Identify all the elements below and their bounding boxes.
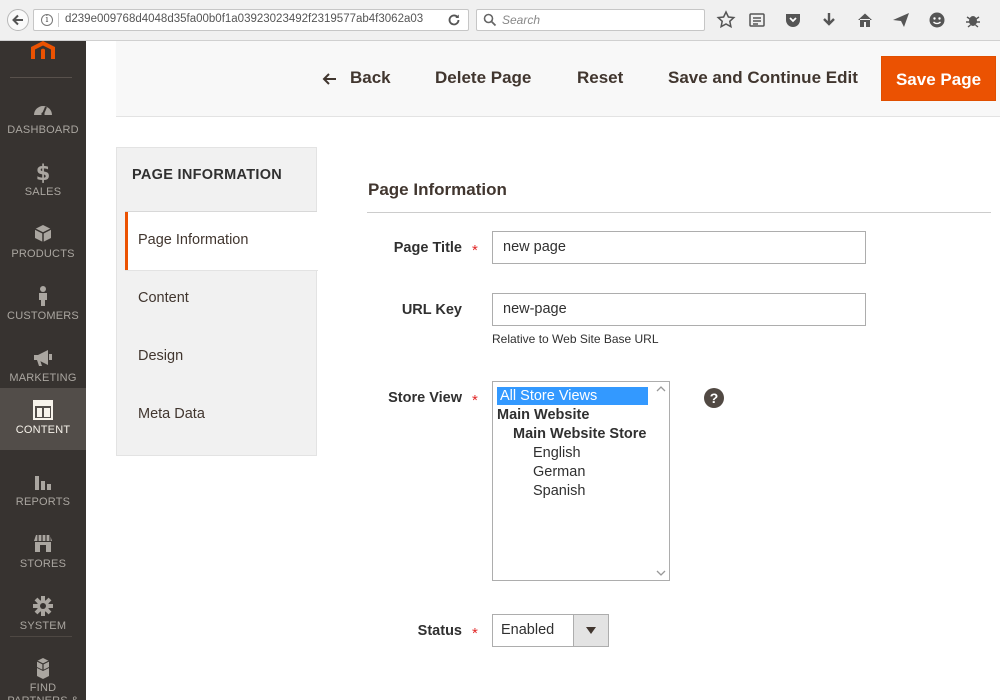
nav-item-content[interactable]: CONTENT [0,388,86,450]
tabs-title: PAGE INFORMATION [132,167,283,183]
status-select[interactable]: Enabled [492,614,609,647]
pocket-icon[interactable] [783,10,803,30]
url-key-input[interactable]: new-page [492,293,866,326]
dollar-icon: $ [36,161,51,184]
browser-back-button[interactable] [7,9,29,31]
nav-item-sales[interactable]: $ SALES [0,150,86,212]
download-icon[interactable] [819,10,839,30]
nav-label-reports: REPORTS [15,496,71,508]
option-main-website-store: Main Website Store [513,426,647,442]
tab-page-information[interactable]: Page Information [125,212,318,270]
extension-bug-icon[interactable] [963,10,983,30]
scroll-down-icon[interactable] [656,570,666,576]
save-page-button[interactable]: Save Page [881,56,996,101]
nav-label-products: PRODUCTS [11,248,75,260]
select-arrow-button[interactable] [573,615,608,646]
cube-icon [34,225,52,242]
tab-label: Content [138,290,189,306]
nav-item-customers[interactable]: CUSTOMERS [0,274,86,336]
store-view-multiselect[interactable]: All Store Views Main Website Main Websit… [492,381,670,581]
search-placeholder: Search [502,13,541,27]
back-button[interactable]: Back [350,68,391,88]
url-separator [58,13,59,27]
section-divider [367,212,991,213]
nav-label-marketing: MARKETING [9,372,77,384]
bookmark-star-icon[interactable] [716,10,736,30]
storefront-icon [34,535,52,552]
delete-page-button[interactable]: Delete Page [435,68,531,88]
nav-divider [10,636,72,637]
chevron-down-icon [586,627,596,634]
status-label: Status [417,623,462,639]
nav-item-dashboard[interactable]: DASHBOARD [0,88,86,150]
tab-label: Meta Data [138,406,205,422]
browser-toolbar: i d239e009768d4048d35fa00b0f1a0392302349… [0,0,1000,41]
status-value: Enabled [501,622,555,638]
page-actions-bar: Back Delete Page Reset Save and Continue… [116,41,1000,117]
reading-list-icon[interactable] [747,10,767,30]
magento-logo-icon[interactable] [27,41,59,59]
tab-meta-data[interactable]: Meta Data [125,386,318,444]
gear-icon [33,596,53,616]
home-icon[interactable] [855,10,875,30]
nav-item-find-partners[interactable]: FIND PARTNERS & [0,646,86,700]
logo-divider [10,77,72,78]
scroll-up-icon[interactable] [656,386,666,392]
required-marker: * [472,392,478,409]
option-all-store-views[interactable]: All Store Views [497,387,648,405]
address-bar[interactable]: i d239e009768d4048d35fa00b0f1a0392302349… [33,9,469,31]
send-icon[interactable] [891,10,911,30]
option-english[interactable]: English [533,444,581,462]
tab-design[interactable]: Design [125,328,318,386]
option-spanish[interactable]: Spanish [533,482,585,500]
page-title-input[interactable]: new page [492,231,866,264]
admin-sidebar: DASHBOARD $ SALES PRODUCTS CUSTOMERS MAR… [0,41,86,700]
url-text[interactable]: d239e009768d4048d35fa00b0f1a03923023492f… [65,13,437,25]
nav-item-stores[interactable]: STORES [0,522,86,584]
required-marker: * [472,625,478,642]
back-arrow-icon [12,14,23,26]
back-arrow-icon[interactable] [321,71,337,87]
tab-label: Page Information [138,232,249,248]
help-icon[interactable]: ? [704,388,724,408]
nav-label-dashboard: DASHBOARD [7,124,79,136]
bar-chart-icon [35,476,51,490]
save-and-continue-button[interactable]: Save and Continue Edit [668,68,858,88]
page-tabs-panel: PAGE INFORMATION Page Information Conten… [116,147,318,456]
tab-content[interactable]: Content [125,270,318,328]
nav-label-stores: STORES [19,558,67,570]
person-icon [39,286,47,306]
option-german[interactable]: German [533,463,585,481]
tab-label: Design [138,348,184,364]
url-key-label: URL Key [401,302,462,318]
nav-item-products[interactable]: PRODUCTS [0,212,86,274]
nav-label-find-partners: FIND PARTNERS & [7,682,78,700]
nav-label-system: SYSTEM [19,620,67,632]
nav-item-reports[interactable]: REPORTS [0,460,86,522]
info-icon[interactable]: i [41,14,53,26]
reload-icon[interactable] [446,12,462,28]
browser-search-input[interactable]: Search [476,9,705,31]
megaphone-icon [34,350,52,366]
nav-label-sales: SALES [24,186,62,198]
required-marker: * [472,242,478,259]
reset-button[interactable]: Reset [577,68,623,88]
page-title-label: Page Title [393,240,462,256]
nav-label-customers: CUSTOMERS [7,310,79,322]
url-key-note: Relative to Web Site Base URL [492,332,659,346]
emoji-icon[interactable] [927,10,947,30]
svg-text:$: $ [36,161,51,184]
store-view-label: Store View [388,390,462,406]
nav-label-content: CONTENT [15,424,71,436]
search-icon [483,13,497,27]
option-main-website: Main Website [497,407,590,423]
dashboard-icon [34,106,52,116]
section-title: Page Information [368,180,507,199]
boxes-icon [36,658,50,679]
layout-icon [33,400,53,420]
